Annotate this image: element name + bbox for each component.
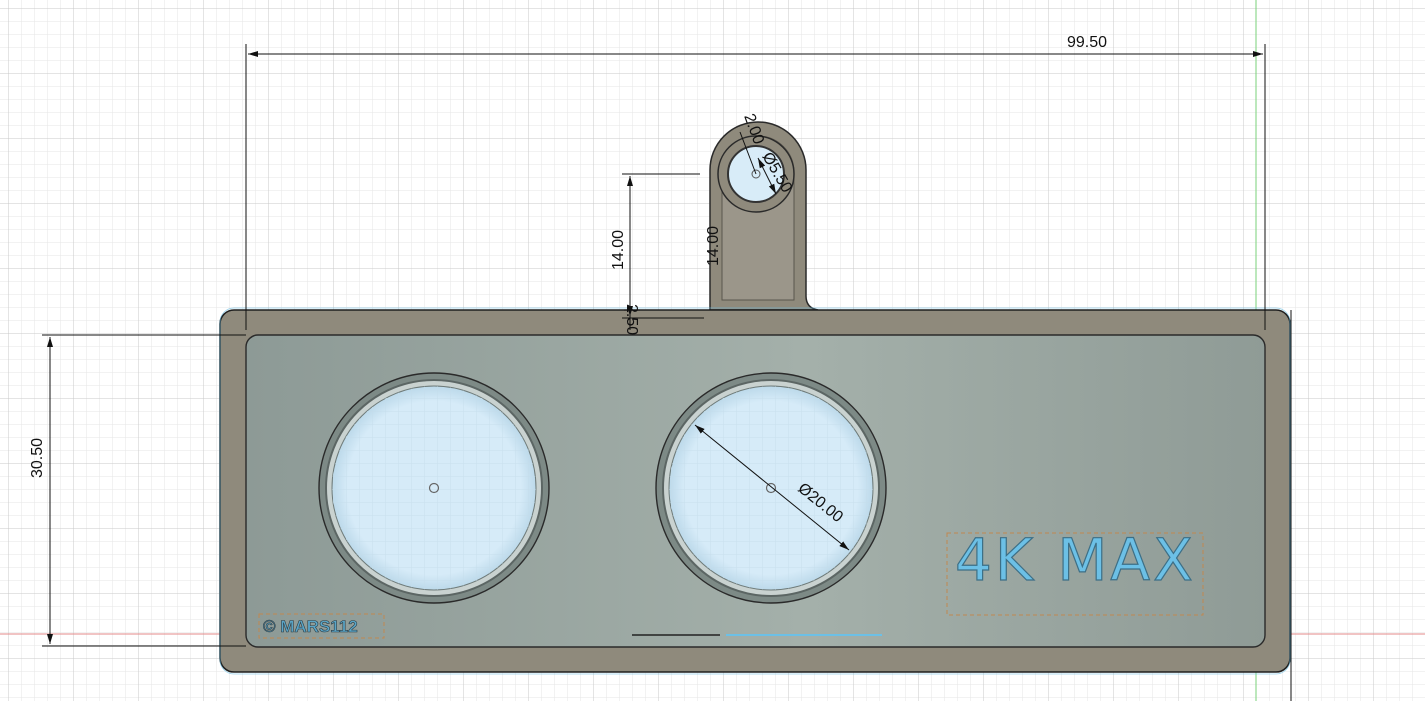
copyright-text[interactable]: © MARS112: [263, 617, 358, 637]
dimension-body-height-text: 30.50: [29, 438, 46, 478]
dimension-lug-offset-text: 2.50: [623, 304, 640, 335]
cad-canvas[interactable]: © MARS112 4K MAX 99.50 14.00 2.50 14.00 …: [0, 0, 1425, 701]
mounting-lug[interactable]: [706, 121, 819, 319]
lens-right[interactable]: [655, 372, 887, 604]
lens-left[interactable]: [318, 372, 550, 604]
dimension-lug-offset[interactable]: 2.50: [623, 304, 640, 335]
dimension-lug-height-inner-text: 14.00: [705, 226, 722, 266]
dimension-lug-height-inner[interactable]: 14.00: [705, 226, 722, 266]
model-text[interactable]: 4K MAX: [954, 525, 1196, 594]
dimension-overall-width-text: 99.50: [1067, 34, 1107, 51]
dimension-lug-height-text: 14.00: [610, 230, 627, 270]
